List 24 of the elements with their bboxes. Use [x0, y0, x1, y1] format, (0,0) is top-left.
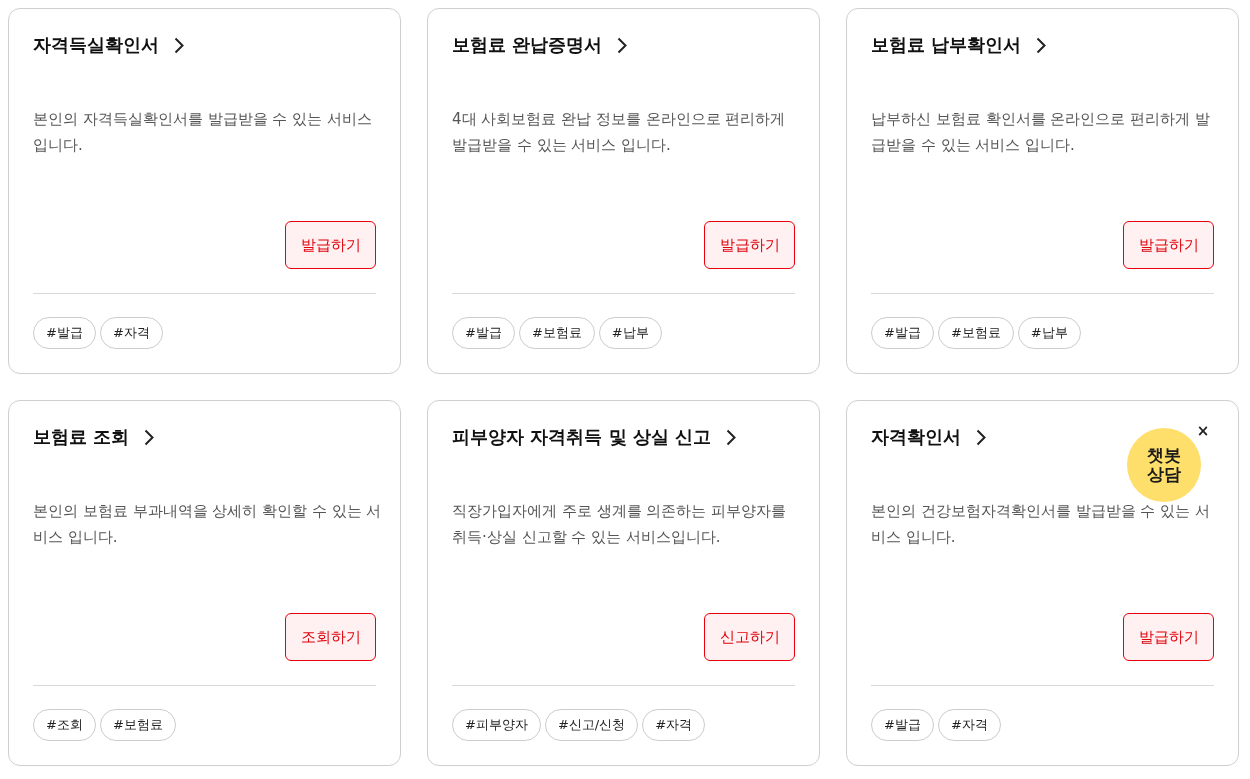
card-title-link[interactable]: 피부양자 자격취득 및 상실 신고	[452, 424, 737, 450]
card-description: 직장가입자에게 주로 생계를 의존하는 피부양자를 취득·상실 신고할 수 있는 서비스입니다.	[452, 501, 788, 548]
card-description: 4대 사회보험료 완납 정보를 온라인으로 편리하게 발급받을 수 있는 서비스 입니다.	[452, 109, 787, 156]
chevron-right-icon	[1036, 36, 1047, 54]
card-description: 납부하신 보험료 확인서를 온라인으로 편리하게 발급받을 수 있는 서비스 입니다.	[871, 109, 1211, 156]
card-description: 본인의 건강보험자격확인서를 발급받을 수 있는 서비스 입니다.	[871, 501, 1211, 548]
action-button[interactable]: 신고하기	[704, 613, 795, 661]
action-button[interactable]: 조회하기	[285, 613, 376, 661]
action-button[interactable]: 발급하기	[1123, 221, 1214, 269]
card-title-link[interactable]: 자격확인서	[871, 424, 986, 450]
chevron-right-icon	[976, 428, 986, 446]
chevron-right-icon	[174, 36, 184, 54]
chevron-right-icon	[617, 36, 628, 54]
chevron-right-icon	[726, 428, 737, 446]
action-button[interactable]: 발급하기	[285, 221, 376, 269]
action-button[interactable]: 발급하기	[704, 221, 795, 269]
card-title-link[interactable]: 보험료 완납증명서	[452, 32, 628, 58]
card-title-link[interactable]: 보험료 조회	[33, 424, 155, 450]
action-button[interactable]: 발급하기	[1123, 613, 1214, 661]
card-title-link[interactable]: 자격득실확인서	[33, 32, 184, 58]
card-description: 본인의 자격득실확인서를 발급받을 수 있는 서비스 입니다.	[33, 109, 373, 156]
chevron-right-icon	[144, 428, 155, 446]
card-description: 본인의 보험료 부과내역을 상세히 확인할 수 있는 서비스 입니다.	[33, 501, 383, 548]
card-title-link[interactable]: 보험료 납부확인서	[871, 32, 1047, 58]
